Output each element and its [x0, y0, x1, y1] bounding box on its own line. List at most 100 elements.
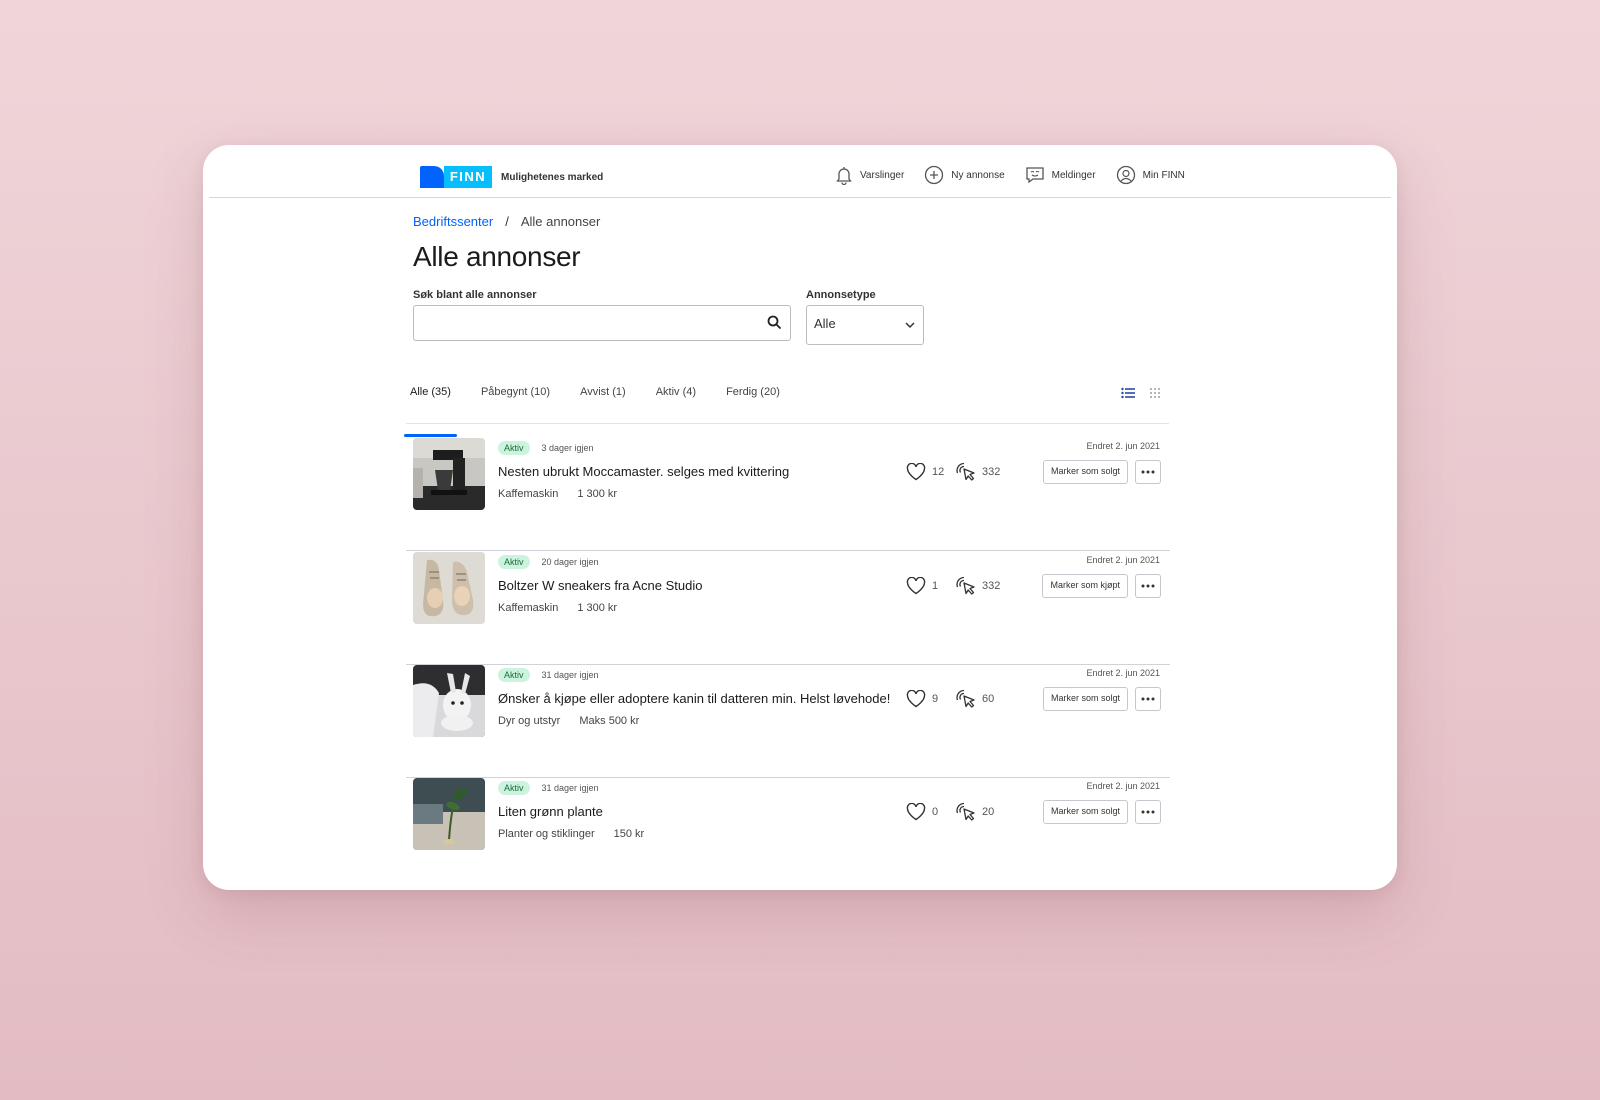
- search-icon[interactable]: [767, 315, 782, 330]
- main-content: Bedriftssenter / Alle annonser Alle anno…: [413, 211, 1173, 353]
- listing-actions: Marker som solgt: [1042, 800, 1161, 824]
- bell-icon: [836, 167, 852, 185]
- status-badge: Aktiv: [498, 441, 530, 455]
- listing-category: Dyr og utstyr: [498, 715, 561, 727]
- listing-actions: Marker som kjøpt: [1042, 574, 1161, 598]
- clicks-stat: 60: [956, 689, 994, 709]
- listing-row[interactable]: Aktiv 3 dager igjen Nesten ubrukt Moccam…: [406, 438, 1170, 551]
- days-left: 3 dager igjen: [541, 443, 594, 453]
- breadcrumb-link[interactable]: Bedriftssenter: [413, 214, 493, 229]
- listing-title[interactable]: Nesten ubrukt Moccamaster. selges med kv…: [498, 464, 789, 479]
- mark-sold-button[interactable]: Marker som solgt: [1042, 687, 1128, 711]
- nav-ny-annonse[interactable]: Ny annonse: [924, 165, 1005, 185]
- listing-row[interactable]: Aktiv 20 dager igjen Boltzer W sneakers …: [406, 552, 1170, 665]
- listing-info: Aktiv 31 dager igjen Ønsker å kjøpe elle…: [498, 667, 890, 727]
- listing-row[interactable]: Aktiv 31 dager igjen Liten grønn plante …: [406, 778, 1170, 890]
- listing-actions: Marker som solgt: [1042, 460, 1161, 484]
- heart-icon: [906, 803, 926, 821]
- clicks-count: 332: [982, 580, 1001, 592]
- tab-aktiv[interactable]: Aktiv (4): [652, 377, 700, 423]
- listing-title[interactable]: Ønsker å kjøpe eller adoptere kanin til …: [498, 691, 890, 706]
- breadcrumb-current: Alle annonser: [520, 213, 601, 229]
- status-badge: Aktiv: [498, 781, 530, 795]
- status-tabs: Alle (35) Påbegynt (10) Avvist (1) Aktiv…: [404, 377, 1169, 437]
- listing-image-rabbit[interactable]: [413, 665, 485, 737]
- days-left: 31 dager igjen: [541, 783, 599, 793]
- likes-count: 9: [932, 693, 939, 705]
- tab-pabegynt[interactable]: Påbegynt (10): [477, 377, 554, 423]
- listing-title[interactable]: Boltzer W sneakers fra Acne Studio: [498, 578, 702, 593]
- edited-date: Endret 2. jun 2021: [1086, 555, 1160, 565]
- cursor-click-icon: [956, 689, 975, 708]
- listing-title[interactable]: Liten grønn plante: [498, 804, 644, 819]
- finn-logo[interactable]: FINN Mulighetenes marked: [420, 166, 603, 188]
- cursor-click-icon: [956, 576, 975, 595]
- more-options-button[interactable]: [1135, 687, 1161, 711]
- days-left: 31 dager igjen: [541, 670, 599, 680]
- top-navigation: FINN Mulighetenes marked Varslinger Ny a…: [209, 145, 1391, 198]
- listing-stats: 0 20: [906, 802, 994, 822]
- nav-label: Varslinger: [860, 169, 905, 181]
- clicks-stat: 20: [956, 802, 994, 822]
- heart-icon: [906, 690, 926, 708]
- mark-bought-button[interactable]: Marker som kjøpt: [1042, 574, 1128, 598]
- logo-slogan: Mulighetenes marked: [501, 171, 604, 183]
- edited-date: Endret 2. jun 2021: [1086, 781, 1160, 791]
- mark-sold-button[interactable]: Marker som solgt: [1042, 800, 1128, 824]
- user-circle-icon: [1116, 165, 1135, 185]
- more-dots-icon: [1141, 470, 1155, 474]
- cursor-click-icon: [956, 802, 975, 821]
- more-options-button[interactable]: [1135, 460, 1161, 484]
- page-title: Alle annonser: [413, 241, 581, 272]
- clicks-stat: 332: [956, 576, 1000, 596]
- heart-icon: [906, 577, 926, 595]
- listing-image-sneakers[interactable]: [413, 552, 485, 624]
- list-view-icon[interactable]: [1121, 387, 1135, 399]
- ad-type-value: Alle: [814, 316, 836, 331]
- nav-meldinger[interactable]: Meldinger: [1025, 165, 1096, 185]
- more-dots-icon: [1141, 584, 1155, 588]
- likes-count: 0: [932, 806, 939, 818]
- nav-varslinger[interactable]: Varslinger: [835, 165, 904, 185]
- plus-circle-icon: [925, 165, 944, 185]
- listing-category: Kaffemaskin: [498, 488, 559, 500]
- listing-info: Aktiv 3 dager igjen Nesten ubrukt Moccam…: [498, 440, 789, 500]
- listing-info: Aktiv 20 dager igjen Boltzer W sneakers …: [498, 554, 702, 614]
- days-left: 20 dager igjen: [541, 557, 599, 567]
- cursor-click-icon: [956, 462, 975, 481]
- grid-view-icon[interactable]: [1149, 387, 1161, 399]
- listing-image-coffee-maker[interactable]: [413, 438, 485, 510]
- clicks-count: 60: [982, 693, 995, 705]
- ad-type-select[interactable]: Alle: [806, 305, 924, 345]
- listing-price: 1 300 kr: [577, 488, 618, 500]
- listing-actions: Marker som solgt: [1042, 687, 1161, 711]
- status-badge: Aktiv: [498, 668, 530, 682]
- more-dots-icon: [1141, 810, 1155, 814]
- more-dots-icon: [1141, 697, 1155, 701]
- likes-stat: 12: [906, 463, 956, 481]
- listing-price: Maks 500 kr: [579, 715, 640, 727]
- clicks-count: 20: [982, 806, 995, 818]
- tab-avvist[interactable]: Avvist (1): [576, 377, 630, 423]
- tab-alle[interactable]: Alle (35): [404, 377, 457, 437]
- clicks-stat: 332: [956, 462, 1000, 482]
- listing-stats: 12 332: [906, 462, 1000, 482]
- listing-image-plant[interactable]: [413, 778, 485, 850]
- listing-category: Planter og stiklinger: [498, 828, 595, 840]
- mark-sold-button[interactable]: Marker som solgt: [1042, 460, 1128, 484]
- breadcrumb: Bedriftssenter / Alle annonser: [413, 211, 1173, 231]
- app-window: FINN Mulighetenes marked Varslinger Ny a…: [203, 145, 1397, 890]
- tab-ferdig[interactable]: Ferdig (20): [722, 377, 784, 423]
- search-input[interactable]: [414, 306, 764, 338]
- listing-info: Aktiv 31 dager igjen Liten grønn plante …: [498, 780, 644, 840]
- more-options-button[interactable]: [1135, 574, 1161, 598]
- likes-stat: 1: [906, 577, 956, 595]
- listing-category: Kaffemaskin: [498, 602, 559, 614]
- listing-row[interactable]: Aktiv 31 dager igjen Ønsker å kjøpe elle…: [406, 665, 1170, 778]
- nav-min-finn[interactable]: Min FINN: [1116, 165, 1185, 185]
- listing-stats: 9 60: [906, 689, 994, 709]
- more-options-button[interactable]: [1135, 800, 1161, 824]
- likes-stat: 0: [906, 803, 956, 821]
- nav-label: Ny annonse: [951, 169, 1005, 181]
- listing-list: Aktiv 3 dager igjen Nesten ubrukt Moccam…: [406, 438, 1170, 890]
